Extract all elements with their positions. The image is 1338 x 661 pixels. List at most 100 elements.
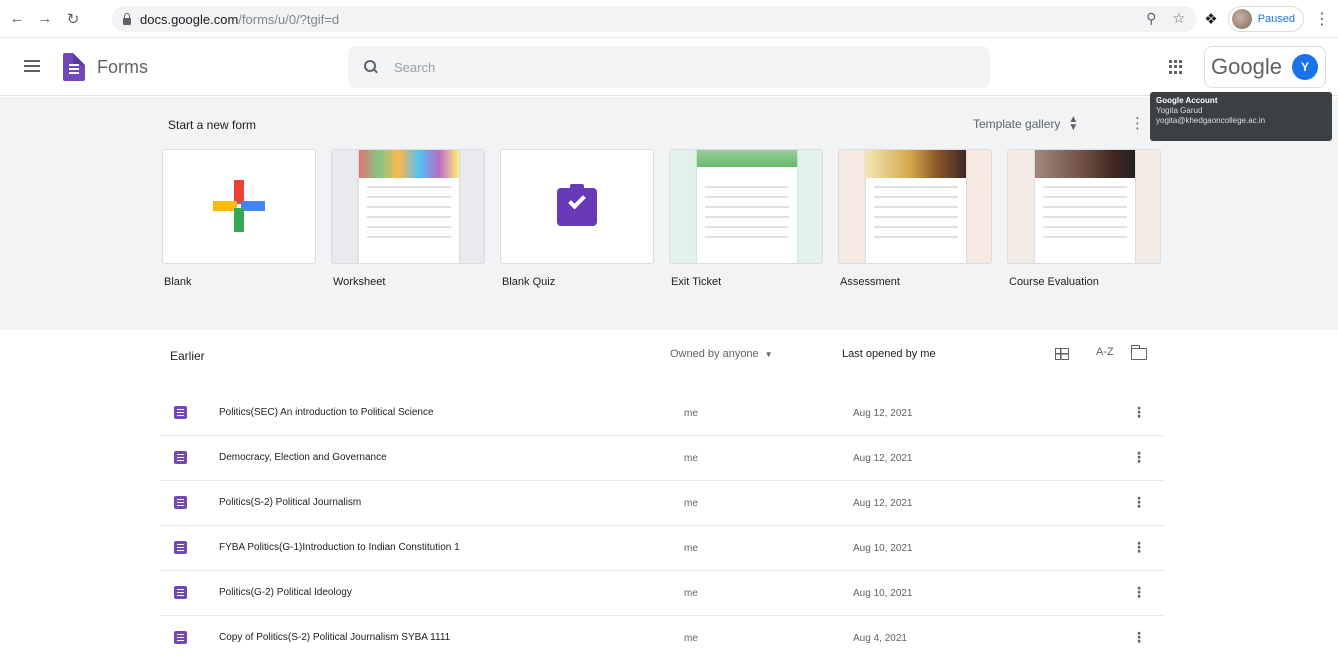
template-thumbnail[interactable]: [331, 149, 485, 264]
template-gallery-label: Template gallery: [973, 117, 1061, 131]
file-title[interactable]: FYBA Politics(G-1)Introduction to Indian…: [219, 542, 460, 553]
more-options-icon[interactable]: ⋮: [1132, 584, 1146, 601]
template-course-evaluation[interactable]: Course Evaluation: [1007, 149, 1161, 288]
back-icon[interactable]: ←: [6, 8, 28, 30]
file-date: Aug 12, 2021: [853, 453, 913, 464]
template-more-icon[interactable]: ⋮: [1130, 114, 1145, 132]
profile-avatar: [1231, 9, 1252, 29]
file-owner: me: [684, 453, 698, 464]
search-bar[interactable]: [348, 46, 990, 88]
search-icon[interactable]: [364, 60, 378, 74]
template-name: Worksheet: [333, 276, 386, 288]
template-thumbnail[interactable]: [1007, 149, 1161, 264]
sort-label[interactable]: Last opened by me: [842, 348, 936, 360]
sort-az-icon[interactable]: A-Z: [1096, 346, 1114, 358]
file-title[interactable]: Politics(SEC) An introduction to Politic…: [219, 407, 434, 418]
url-path: /forms/u/0/?tgif=d: [238, 11, 340, 27]
more-options-icon[interactable]: ⋮: [1132, 629, 1146, 646]
template-assessment[interactable]: Assessment: [838, 149, 992, 288]
file-date: Aug 10, 2021: [853, 588, 913, 599]
more-options-icon[interactable]: ⋮: [1132, 494, 1146, 511]
file-title[interactable]: Politics(G-2) Political Ideology: [219, 587, 352, 598]
quiz-clipboard-icon: [557, 184, 597, 226]
template-name: Course Evaluation: [1009, 276, 1099, 288]
file-owner: me: [684, 588, 698, 599]
google-apps-icon[interactable]: [1169, 60, 1183, 74]
app-header: Forms Google Y: [0, 38, 1338, 96]
file-title[interactable]: Politics(S-2) Political Journalism: [219, 497, 361, 508]
forms-file-icon: [174, 451, 187, 464]
owner-filter-dropdown[interactable]: Owned by anyone ▼: [670, 348, 773, 360]
list-item[interactable]: Politics(SEC) An introduction to Politic…: [160, 391, 1164, 436]
url-host: docs.google.com: [140, 11, 239, 27]
main-menu-icon[interactable]: [24, 60, 40, 72]
file-date: Aug 12, 2021: [853, 408, 913, 419]
profile-button[interactable]: Paused: [1227, 6, 1304, 32]
template-name: Exit Ticket: [671, 276, 722, 288]
more-options-icon[interactable]: ⋮: [1132, 449, 1146, 466]
template-blank[interactable]: Blank: [162, 149, 316, 288]
file-date: Aug 12, 2021: [853, 498, 913, 509]
template-thumbnail[interactable]: [838, 149, 992, 264]
forward-icon[interactable]: →: [34, 8, 56, 30]
caret-down-icon: ▼: [764, 350, 773, 359]
more-options-icon[interactable]: ⋮: [1132, 404, 1146, 421]
list-item[interactable]: Copy of Politics(S-2) Political Journali…: [160, 616, 1164, 661]
template-section: Start a new form Template gallery ▲ ▼ ⋮ B…: [0, 97, 1338, 330]
file-owner: me: [684, 633, 698, 644]
folder-picker-icon[interactable]: [1130, 345, 1147, 360]
expand-collapse-icon: ▲ ▼: [1068, 114, 1079, 133]
tooltip-email: yogita@khedgaoncollege.ac.in: [1156, 116, 1266, 125]
template-exit-ticket[interactable]: Exit Ticket: [669, 149, 823, 288]
profile-status: Paused: [1257, 13, 1295, 25]
template-name: Blank: [164, 276, 192, 288]
forms-logo-icon[interactable]: [63, 53, 85, 81]
tooltip-title: Google Account: [1156, 96, 1218, 105]
grid-view-icon[interactable]: [1055, 348, 1069, 360]
list-item[interactable]: FYBA Politics(G-1)Introduction to Indian…: [160, 526, 1164, 571]
list-header: Earlier Owned by anyone ▼ Last opened by …: [165, 340, 1165, 370]
tooltip-name: Yogita Garud: [1156, 106, 1203, 115]
search-input[interactable]: [394, 59, 894, 75]
file-title[interactable]: Democracy, Election and Governance: [219, 452, 387, 463]
plus-icon: [213, 180, 265, 232]
browser-menu-icon[interactable]: ⋮: [1314, 9, 1330, 29]
forms-file-icon: [174, 496, 187, 509]
address-bar[interactable]: docs.google.com /forms/u/0/?tgif=d ⚲ ☆: [112, 6, 1197, 32]
forms-file-icon: [174, 586, 187, 599]
section-earlier-label: Earlier: [170, 349, 205, 363]
more-options-icon[interactable]: ⋮: [1132, 539, 1146, 556]
start-new-form-label: Start a new form: [168, 118, 257, 132]
template-thumbnail[interactable]: [669, 149, 823, 264]
template-name: Assessment: [840, 276, 900, 288]
bookmark-star-icon[interactable]: ☆: [1172, 10, 1185, 27]
forms-file-icon: [174, 631, 187, 644]
file-owner: me: [684, 408, 698, 419]
forms-file-icon: [174, 541, 187, 554]
template-thumbnail[interactable]: [500, 149, 654, 264]
file-title[interactable]: Copy of Politics(S-2) Political Journali…: [219, 632, 450, 643]
forms-file-icon: [174, 406, 187, 419]
template-gallery-button[interactable]: Template gallery ▲ ▼: [973, 114, 1079, 133]
extensions-icon[interactable]: ❖: [1204, 10, 1217, 28]
forms-list: Politics(SEC) An introduction to Politic…: [160, 391, 1164, 661]
app-name[interactable]: Forms: [97, 57, 148, 78]
template-blank-quiz[interactable]: Blank Quiz: [500, 149, 654, 288]
list-item[interactable]: Politics(G-2) Political Ideology me Aug …: [160, 571, 1164, 616]
template-worksheet[interactable]: Worksheet: [331, 149, 485, 288]
account-avatar[interactable]: Y: [1291, 54, 1318, 80]
browser-toolbar: ← → ↻ docs.google.com /forms/u/0/?tgif=d…: [0, 0, 1338, 38]
file-owner: me: [684, 498, 698, 509]
reload-icon[interactable]: ↻: [62, 8, 84, 30]
account-tooltip: Google Account Yogita Garud yogita@khedg…: [1150, 92, 1332, 141]
template-thumbnail[interactable]: [162, 149, 316, 264]
list-item[interactable]: Democracy, Election and Governance me Au…: [160, 436, 1164, 481]
google-account-button[interactable]: Google Y: [1204, 46, 1326, 88]
file-date: Aug 4, 2021: [853, 633, 907, 644]
list-item[interactable]: Politics(S-2) Political Journalism me Au…: [160, 481, 1164, 526]
file-owner: me: [684, 543, 698, 554]
file-date: Aug 10, 2021: [853, 543, 913, 554]
google-logo: Google: [1211, 54, 1282, 79]
owner-filter-label: Owned by anyone: [670, 348, 759, 360]
zoom-icon[interactable]: ⚲: [1146, 10, 1156, 27]
